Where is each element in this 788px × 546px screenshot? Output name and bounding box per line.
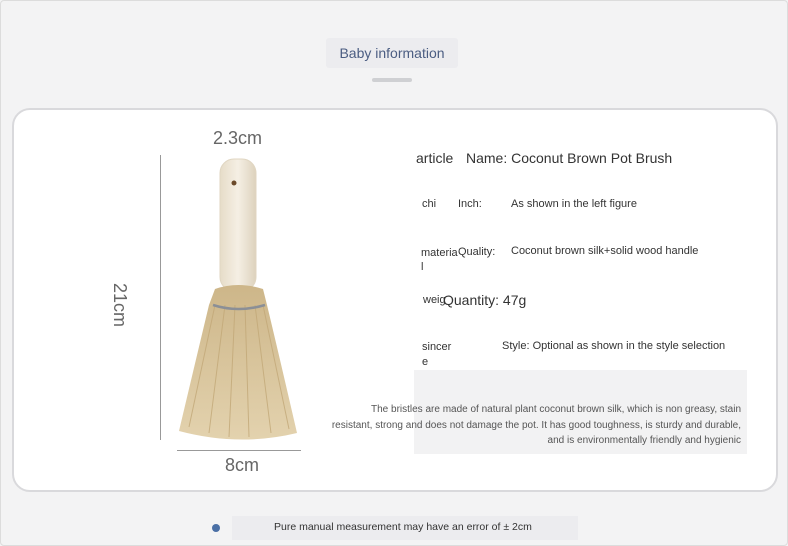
product-name: Name: Coconut Brown Pot Brush (466, 150, 673, 166)
bristle-width-label: 8cm (225, 455, 260, 475)
handle-width-label: 2.3cm (213, 128, 263, 148)
product-description: The bristles are made of natural plant c… (331, 404, 741, 446)
brush-handle (219, 158, 257, 292)
bullet-dot-icon (212, 524, 220, 532)
handle-hole (231, 180, 237, 186)
inch-value: As shown in the left figure (511, 198, 637, 210)
quantity-value: Quantity: 47g (443, 292, 527, 308)
coconut-brush-image (179, 158, 297, 440)
quality-value: Coconut brown silk+solid wood handle (511, 245, 699, 257)
section-title: Baby information (326, 38, 458, 68)
height-label: 21cm (110, 283, 130, 328)
width-dimension-line (177, 450, 301, 451)
size-key: chi (422, 198, 437, 210)
style-value: Style: Optional as shown in the style se… (502, 340, 726, 352)
title-underline (372, 78, 412, 82)
sincere-key: sincer e (422, 341, 452, 368)
height-dimension-line (160, 155, 161, 440)
measurement-note: Pure manual measurement may have an erro… (274, 521, 532, 533)
material-key: materia l (421, 247, 458, 273)
inch-label: Inch: (458, 198, 482, 210)
quality-label: Quality: (458, 246, 496, 258)
article-key: article (416, 150, 454, 166)
